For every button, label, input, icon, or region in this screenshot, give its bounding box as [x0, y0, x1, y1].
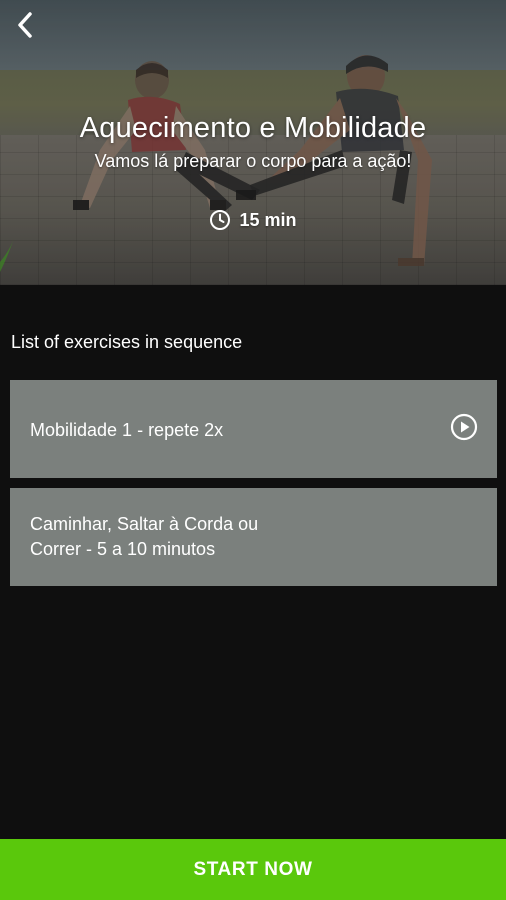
exercise-item[interactable]: Mobilidade 1 - repete 2x: [10, 380, 497, 478]
exercise-label: Mobilidade 1 - repete 2x: [30, 420, 224, 440]
play-button[interactable]: [450, 413, 478, 446]
hero-banner: Aquecimento e Mobilidade Vamos lá prepar…: [0, 0, 506, 285]
back-button[interactable]: [8, 10, 42, 44]
play-circle-icon: [450, 413, 478, 446]
start-now-button[interactable]: START NOW: [0, 839, 506, 900]
clock-icon: [209, 209, 231, 231]
workout-subtitle: Vamos lá preparar o corpo para a ação!: [94, 151, 412, 171]
workout-title: Aquecimento e Mobilidade: [79, 112, 427, 144]
exercise-label-line1: Caminhar, Saltar à Corda ou: [30, 514, 259, 534]
workout-detail-screen: Aquecimento e Mobilidade Vamos lá prepar…: [0, 0, 506, 900]
duration-label: 15 min: [239, 209, 297, 230]
exercise-label-line2: Correr - 5 a 10 minutos: [30, 539, 216, 559]
exercise-label: Caminhar, Saltar à Corda ou Correr - 5 a…: [30, 512, 258, 562]
workout-duration: 15 min: [0, 209, 506, 231]
exercise-item[interactable]: Caminhar, Saltar à Corda ou Correr - 5 a…: [10, 488, 497, 586]
chevron-left-icon: [15, 11, 35, 44]
exercise-list-heading: List of exercises in sequence: [11, 332, 243, 352]
